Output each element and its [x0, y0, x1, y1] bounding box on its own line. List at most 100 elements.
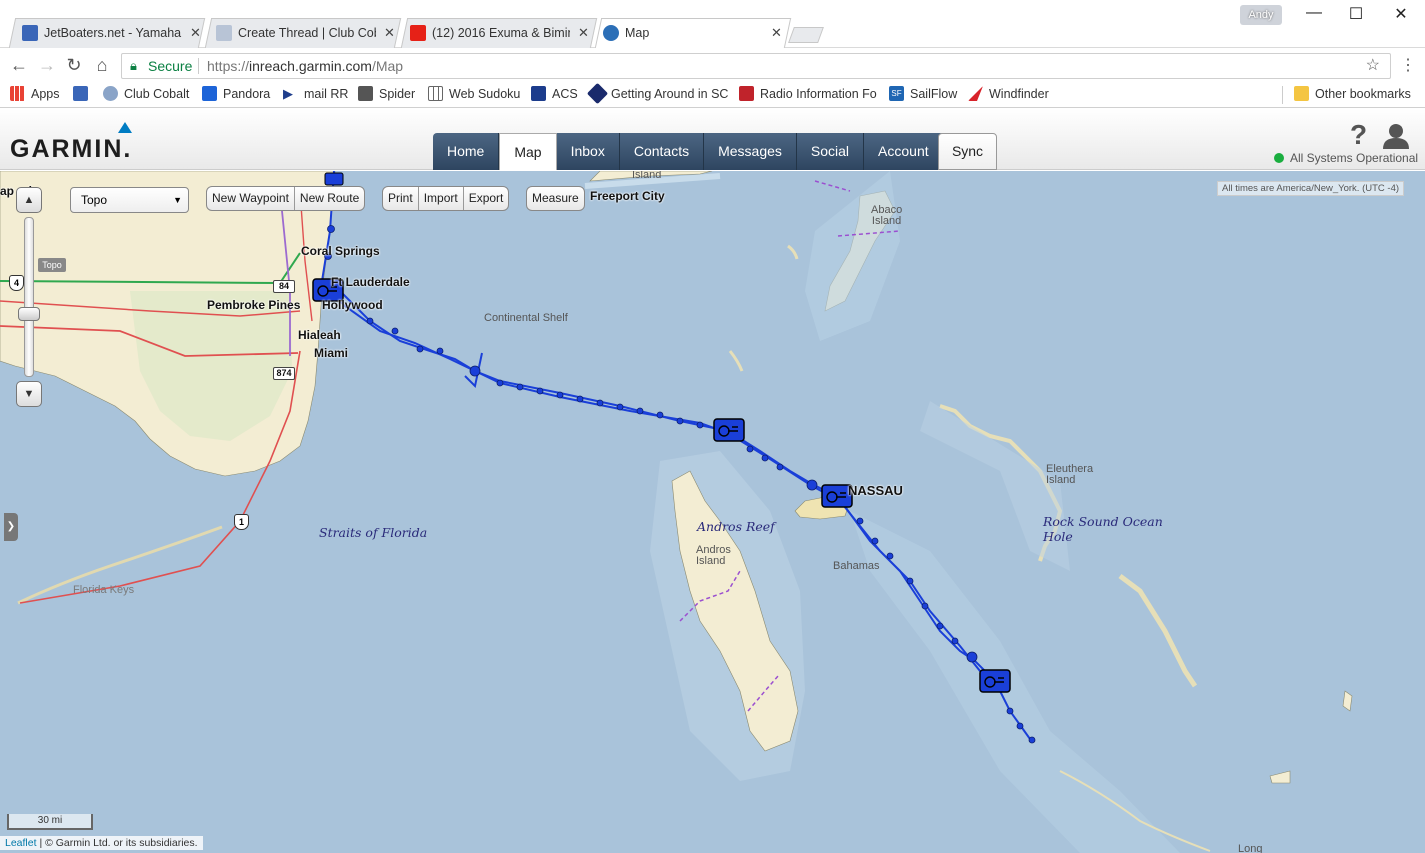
- bookmark-jetboaters[interactable]: [73, 86, 94, 101]
- bookmark-radio-info[interactable]: Radio Information Fo: [739, 86, 877, 101]
- nav-home[interactable]: Home: [433, 133, 500, 170]
- close-tab-icon[interactable]: ✕: [384, 25, 395, 41]
- sc-icon: [586, 82, 609, 105]
- track-point: [416, 345, 424, 353]
- label-bahamas: Bahamas: [833, 560, 880, 572]
- close-tab-icon[interactable]: ✕: [771, 25, 782, 41]
- profile-badge[interactable]: Andy: [1240, 5, 1282, 25]
- zoom-in-button[interactable]: ▲: [16, 187, 42, 213]
- bookmark-spider[interactable]: Spider: [358, 86, 415, 101]
- nav-social[interactable]: Social: [796, 133, 865, 170]
- message-marker-icon: [979, 669, 1011, 693]
- folder-icon: [1294, 86, 1309, 101]
- track-point: [856, 517, 864, 525]
- map-layer-select[interactable]: Topo ▼: [70, 187, 189, 213]
- label-ft-lauderdale: Ft Lauderdale: [331, 275, 410, 289]
- import-button[interactable]: Import: [419, 187, 464, 210]
- back-icon[interactable]: ←: [9, 55, 29, 76]
- track-line-out: [316, 171, 1031, 740]
- track-point: [806, 479, 818, 491]
- track-point: [576, 395, 584, 403]
- bookmark-club-cobalt[interactable]: Club Cobalt: [103, 86, 189, 101]
- label-long: Long: [1238, 843, 1263, 853]
- sidebar-toggle[interactable]: ❯: [4, 513, 18, 541]
- bookmark-apps[interactable]: Apps: [10, 86, 60, 101]
- browser-menu-icon[interactable]: ⋮: [1400, 55, 1416, 75]
- attribution-text: | © Garmin Ltd. or its subsidiaries.: [36, 837, 198, 849]
- url-path: /Map: [371, 58, 404, 74]
- sync-button[interactable]: Sync: [938, 133, 997, 170]
- track-point: [1016, 722, 1024, 730]
- reload-icon[interactable]: ↻: [64, 55, 84, 76]
- map-canvas[interactable]: ap ral Coral Springs Ft Lauderdale Pembr…: [0, 171, 1425, 853]
- bookmark-star-icon[interactable]: ☆: [1366, 54, 1380, 78]
- label-island: Island: [632, 171, 662, 181]
- track-point: [656, 411, 664, 419]
- new-waypoint-button[interactable]: New Waypoint: [207, 187, 295, 210]
- track-point: [596, 399, 604, 407]
- bookmark-web-sudoku[interactable]: Web Sudoku: [428, 86, 520, 101]
- label-miami: Miami: [314, 346, 349, 360]
- close-tab-icon[interactable]: ✕: [190, 25, 201, 41]
- minimize-icon[interactable]: —: [1294, 4, 1334, 22]
- zoom-out-button[interactable]: ▼: [16, 381, 42, 407]
- track-point: [871, 537, 879, 545]
- user-icon[interactable]: [1382, 123, 1410, 149]
- track-point: [886, 552, 894, 560]
- new-route-button[interactable]: New Route: [295, 187, 364, 210]
- tab-title: JetBoaters.net - Yamaha: [44, 26, 182, 40]
- leaflet-link[interactable]: Leaflet: [5, 837, 37, 849]
- nav-inbox[interactable]: Inbox: [556, 133, 620, 170]
- secure-label: Secure: [148, 58, 193, 74]
- bookmark-mail-rr[interactable]: ▶ mail RR: [283, 86, 348, 101]
- map-attribution: Leaflet | © Garmin Ltd. or its subsidiar…: [0, 836, 203, 850]
- track-point: [951, 637, 959, 645]
- zoom-slider-handle[interactable]: [18, 307, 40, 321]
- layer-tooltip: Topo: [38, 258, 66, 272]
- track-point: [761, 454, 769, 462]
- export-button[interactable]: Export: [464, 187, 509, 210]
- status-dot-icon: [1274, 153, 1284, 163]
- bookmark-pandora[interactable]: Pandora: [202, 86, 270, 101]
- url-input[interactable]: 🔒︎ Secure https://inreach.garmin.com/Map…: [121, 53, 1391, 79]
- bookmark-getting-around[interactable]: Getting Around in SC: [586, 82, 728, 105]
- lock-icon: 🔒︎: [130, 58, 137, 73]
- zoom-slider-track[interactable]: [24, 217, 34, 377]
- print-button[interactable]: Print: [383, 187, 419, 210]
- close-window-icon[interactable]: ✕: [1381, 4, 1421, 24]
- gps-track[interactable]: [0, 171, 1425, 853]
- maximize-icon[interactable]: ☐: [1336, 4, 1376, 24]
- new-tab-button[interactable]: [788, 27, 824, 43]
- other-bookmarks[interactable]: Other bookmarks: [1294, 86, 1411, 101]
- bookmark-label: Web Sudoku: [449, 86, 521, 101]
- help-icon[interactable]: ?: [1350, 119, 1367, 151]
- play-arrow-icon: ▶: [283, 86, 293, 101]
- nav-contacts[interactable]: Contacts: [619, 133, 705, 170]
- garmin-logo[interactable]: GARMIN.: [10, 135, 132, 164]
- garmin-header: GARMIN. Home Map Inbox Contacts Messages…: [0, 109, 1425, 170]
- measure-button[interactable]: Measure: [527, 187, 584, 210]
- close-tab-icon[interactable]: ✕: [578, 25, 589, 41]
- nav-map[interactable]: Map: [499, 133, 557, 170]
- bookmark-acs[interactable]: ACS: [531, 86, 578, 101]
- url-host: inreach.garmin.com: [249, 58, 372, 74]
- bookmark-label: Radio Information Fo: [760, 86, 877, 101]
- track-point: [391, 327, 399, 335]
- forward-icon[interactable]: →: [37, 55, 57, 76]
- nav-account[interactable]: Account: [864, 133, 944, 170]
- bookmark-label: Pandora: [223, 86, 271, 101]
- route-4-shield: 4: [9, 275, 24, 291]
- waypoint-route-group: New Waypoint New Route: [206, 186, 366, 211]
- nav-messages[interactable]: Messages: [704, 133, 797, 170]
- track-point: [469, 365, 481, 377]
- bookmark-label: Spider: [379, 86, 416, 101]
- track-point: [1028, 736, 1036, 744]
- bookmark-windfinder[interactable]: Windfinder: [968, 86, 1049, 101]
- track-point: [556, 391, 564, 399]
- message-marker-icon: [324, 172, 344, 186]
- bookmark-sailflow[interactable]: SF SailFlow: [889, 86, 957, 101]
- track-point: [616, 403, 624, 411]
- home-icon[interactable]: ⌂: [92, 55, 112, 76]
- track-point: [1006, 707, 1014, 715]
- route-84-shield: 84: [273, 280, 295, 293]
